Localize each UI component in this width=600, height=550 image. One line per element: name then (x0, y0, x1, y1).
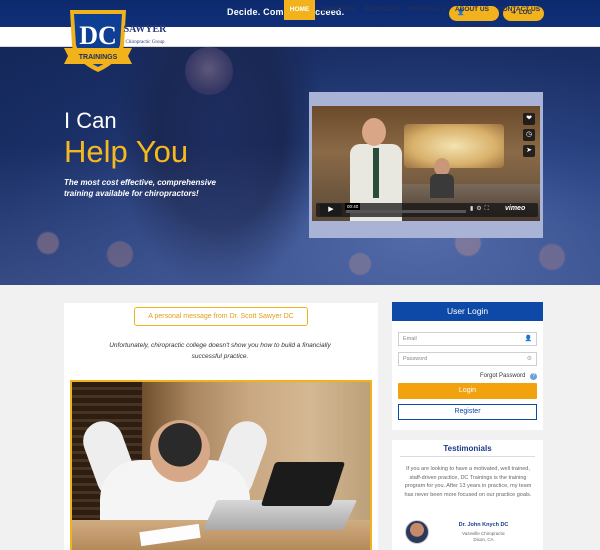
receptionist (430, 158, 454, 198)
forgot-password-link[interactable]: Forgot Password (480, 373, 525, 379)
laptop-screen (260, 462, 346, 506)
logo-ribbon: TRAININGS (79, 54, 118, 61)
email-placeholder: Email (403, 336, 417, 342)
play-icon[interactable]: ▶ (320, 204, 342, 216)
nav-materials[interactable]: Materials (406, 0, 448, 20)
login-button[interactable]: Login (398, 383, 537, 399)
speaker-head (185, 47, 233, 95)
email-field[interactable]: Email 👤 (398, 332, 537, 346)
login-title: User Login (392, 302, 543, 321)
testimonial-org: Vazeville Chiropractic (462, 531, 505, 536)
testimonial-quote: If you are looking to have a motivated, … (404, 466, 532, 498)
volume-settings-fullscreen-icons[interactable]: ▮⚙⛶ (470, 205, 492, 213)
testimonial-author: Dr. John Knych DC (458, 522, 509, 528)
heart-icon[interactable]: ❤ (523, 113, 535, 125)
lock-icon: ⚙ (526, 356, 532, 362)
password-placeholder: Password (403, 356, 428, 362)
vimeo-logo[interactable]: vimeo (505, 205, 525, 212)
testimonial-location: Dixon, CA (473, 537, 494, 542)
nav-contact-us[interactable]: Contact Us (496, 0, 542, 20)
video-time: 00:40 (345, 203, 361, 210)
avatar (405, 520, 429, 544)
divider (400, 456, 535, 457)
video-progress-bar[interactable] (346, 210, 466, 213)
help-icon[interactable]: ? (530, 373, 537, 380)
wall-sign (404, 124, 504, 168)
password-field[interactable]: Password ⚙ (398, 352, 537, 366)
user-icon: 👤 (524, 336, 532, 342)
sign-subtitle: Chiropractic Group (125, 40, 165, 45)
testimonials-title: Testimonials (443, 444, 492, 453)
hero-line-2: Help You (64, 134, 189, 169)
register-button[interactable]: Register (398, 404, 537, 420)
nav-home[interactable]: HOME (284, 0, 315, 20)
sign-title: SAWYER (123, 24, 167, 35)
personal-message-badge: A personal message from Dr. Scott Sawyer… (134, 307, 308, 326)
message-text: Unfortunately, chiropractic college does… (109, 342, 331, 360)
nav-seminars[interactable]: Seminars (318, 0, 358, 20)
nav-about-us[interactable]: About Us (452, 0, 492, 20)
hero-line-1: I Can (64, 108, 117, 133)
clock-icon[interactable]: ◷ (523, 129, 535, 141)
nav-webinars[interactable]: Webinars (362, 0, 402, 20)
send-icon[interactable]: ➤ (523, 145, 535, 157)
hero-subtitle: The most cost effective, comprehensive t… (64, 178, 216, 198)
